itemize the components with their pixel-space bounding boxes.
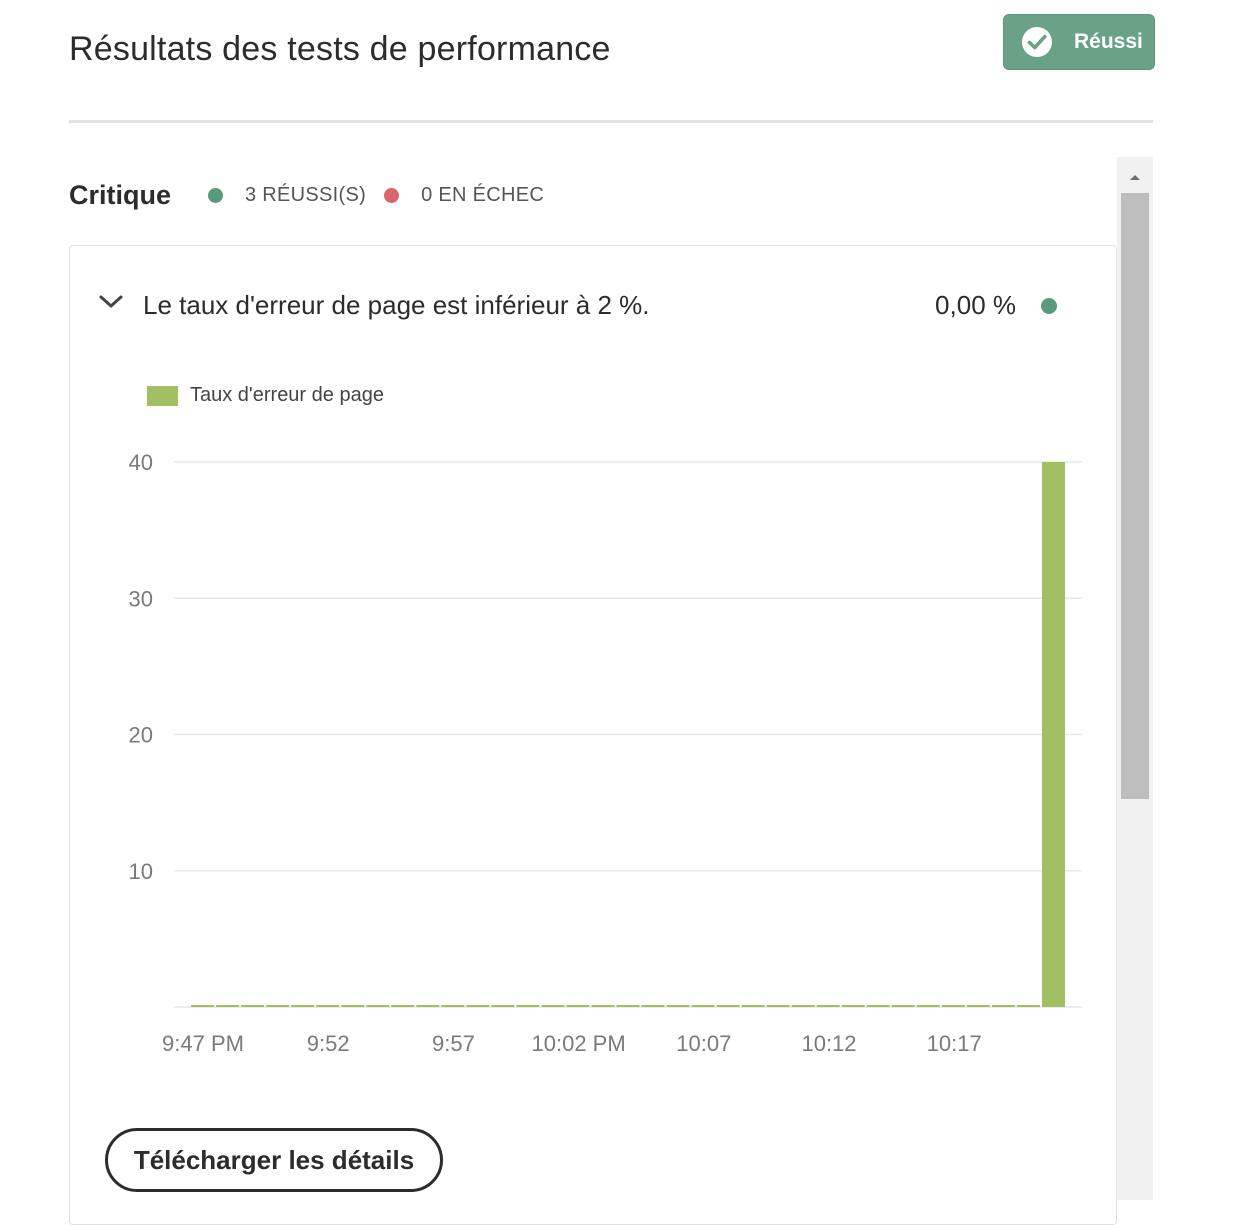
- bar: [266, 1005, 290, 1007]
- y-tick-label: 20: [129, 723, 153, 748]
- bar: [1016, 1005, 1040, 1007]
- failed-count: 0 EN ÉCHEC: [421, 184, 545, 206]
- scroll-up-arrow-icon[interactable]: [1117, 165, 1153, 189]
- bar: [491, 1005, 515, 1007]
- bar: [941, 1005, 965, 1007]
- y-tick-label: 40: [129, 450, 153, 475]
- bar: [691, 1005, 715, 1007]
- page-title: Résultats des tests de performance: [69, 30, 611, 68]
- bar: [916, 1005, 940, 1007]
- bar: [391, 1005, 415, 1007]
- bar: [816, 1005, 840, 1007]
- status-badge: Réussi: [1003, 14, 1155, 70]
- passed-status-dot: [208, 188, 223, 203]
- scroll-thumb[interactable]: [1121, 193, 1149, 799]
- bar: [841, 1005, 865, 1007]
- bar: [591, 1005, 615, 1007]
- check-circle-icon: [1020, 25, 1054, 59]
- bar: [716, 1005, 740, 1007]
- y-tick-label: 10: [129, 859, 153, 884]
- bar: [316, 1005, 340, 1007]
- test-result-card: Le taux d'erreur de page est inférieur à…: [69, 245, 1117, 1225]
- bar: [191, 1005, 215, 1007]
- x-tick-label: 9:47 PM: [162, 1031, 244, 1056]
- section-title: Critique: [69, 180, 172, 210]
- bar: [966, 1005, 990, 1007]
- bar: [441, 1005, 465, 1007]
- scrollbar[interactable]: [1117, 157, 1153, 1200]
- bar: [366, 1005, 390, 1007]
- bar: [866, 1005, 890, 1007]
- x-tick-label: 9:52: [307, 1031, 350, 1056]
- bar: [466, 1005, 490, 1007]
- bar: [241, 1005, 265, 1007]
- x-tick-label: 9:57: [432, 1031, 475, 1056]
- bar: [541, 1005, 565, 1007]
- bar: [891, 1005, 915, 1007]
- bar: [516, 1005, 540, 1007]
- error-rate-chart: 10 20 30 40 9:47 PM 9:52 9:57 10:02 PM 10:07 10:1…: [129, 450, 1082, 1056]
- x-tick-label: 10:07: [676, 1031, 731, 1056]
- bar: [741, 1005, 765, 1007]
- passed-count: 3 RÉUSSI(S): [245, 184, 367, 206]
- y-tick-label: 30: [129, 586, 153, 611]
- bar: [991, 1005, 1015, 1007]
- bar: [1041, 462, 1065, 1007]
- bar: [566, 1005, 590, 1007]
- bar: [641, 1005, 665, 1007]
- bar: [291, 1005, 315, 1007]
- result-summary: 3 RÉUSSI(S) 0 EN ÉCHEC: [208, 184, 562, 207]
- header-divider: [69, 120, 1153, 123]
- status-label: Réussi: [1074, 30, 1143, 53]
- bar: [341, 1005, 365, 1007]
- download-details-button[interactable]: Télécharger les détails: [105, 1128, 443, 1192]
- bar: [766, 1005, 790, 1007]
- bar: [616, 1005, 640, 1007]
- bar: [666, 1005, 690, 1007]
- x-tick-label: 10:02 PM: [532, 1031, 626, 1056]
- x-tick-label: 10:17: [927, 1031, 982, 1056]
- x-tick-label: 10:12: [801, 1031, 856, 1056]
- bar: [216, 1005, 240, 1007]
- failed-status-dot: [384, 188, 400, 203]
- bar: [416, 1005, 440, 1007]
- bar: [791, 1005, 815, 1007]
